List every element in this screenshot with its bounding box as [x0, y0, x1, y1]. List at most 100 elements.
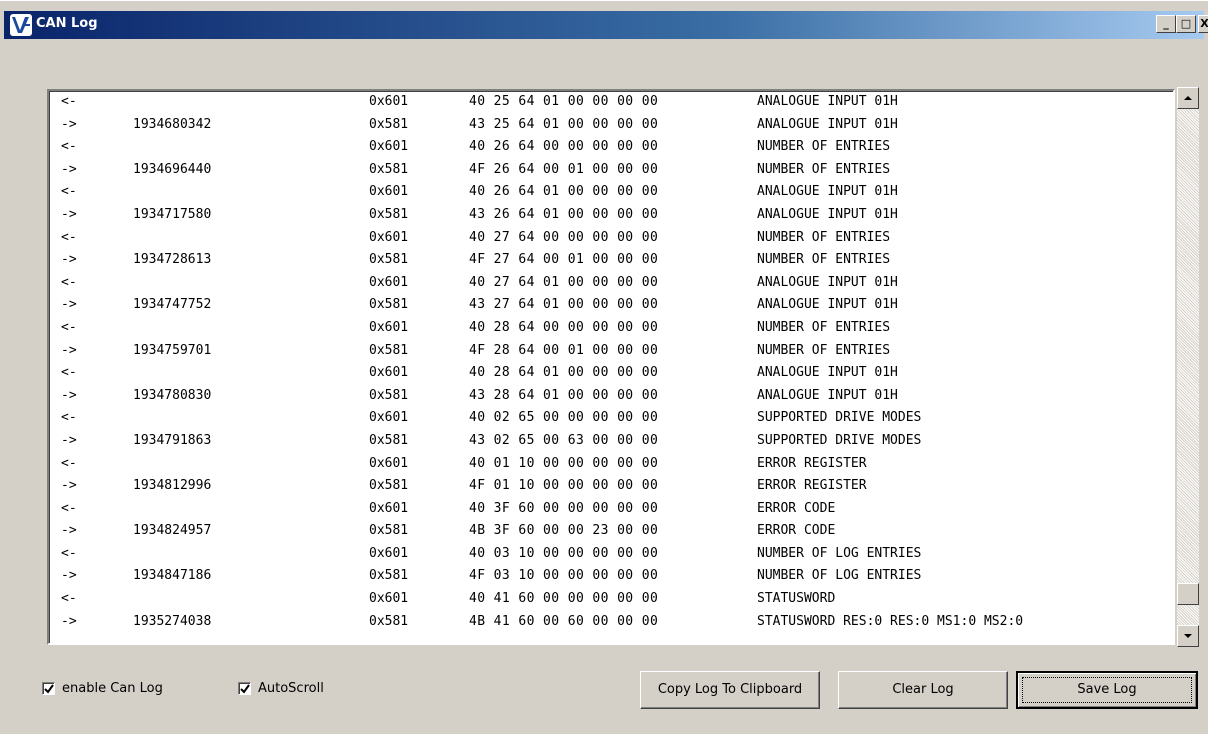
can-id-cell: 0x601 [369, 500, 409, 516]
log-row: -> 1935274038 0x581 4B 41 60 00 60 00 00 00… [49, 611, 1173, 634]
log-row: -> 1934696440 0x581 4F 26 64 00 01 00 00 00… [49, 159, 1173, 182]
autoscroll-label: AutoScroll [258, 681, 324, 696]
data-bytes-cell: 40 41 60 00 00 00 00 00 [469, 591, 659, 607]
description-cell: NUMBER OF LOG ENTRIES [757, 568, 922, 584]
log-row: -> 1934780830 0x581 43 28 64 01 00 00 00 00… [49, 385, 1173, 408]
copy-log-button[interactable]: Copy Log To Clipboard [640, 671, 820, 709]
direction-cell: <- [61, 274, 77, 290]
scroll-down-button[interactable] [1177, 625, 1199, 647]
direction-cell: <- [61, 410, 77, 426]
data-bytes-cell: 4F 28 64 00 01 00 00 00 [469, 342, 659, 358]
maximize-button[interactable]: □ [1176, 15, 1196, 33]
direction-cell: -> [61, 387, 77, 403]
log-row: -> 1934759701 0x581 4F 28 64 00 01 00 00 00… [49, 340, 1173, 363]
can-id-cell: 0x601 [369, 274, 409, 290]
can-id-cell: 0x581 [369, 478, 409, 494]
timestamp-cell: 1934791863 [133, 432, 212, 448]
data-bytes-cell: 40 25 64 01 00 00 00 00 [469, 94, 659, 109]
description-cell: STATUSWORD RES:0 RES:0 MS1:0 MS2:0 [757, 613, 1024, 629]
log-row: -> 1934680342 0x581 43 25 64 01 00 00 00 00… [49, 114, 1173, 137]
description-cell: NUMBER OF ENTRIES [757, 229, 891, 245]
log-row: <- 0x601 40 28 64 01 00 00 00 00 ANALOGUE I… [49, 362, 1173, 385]
can-id-cell: 0x581 [369, 297, 409, 313]
direction-cell: <- [61, 319, 77, 335]
data-bytes-cell: 43 28 64 01 00 00 00 00 [469, 387, 659, 403]
direction-cell: <- [61, 545, 77, 561]
can-id-cell: 0x581 [369, 523, 409, 539]
data-bytes-cell: 40 26 64 00 00 00 00 00 [469, 139, 659, 155]
data-bytes-cell: 40 03 10 00 00 00 00 00 [469, 545, 659, 561]
log-row: -> 1934791863 0x581 43 02 65 00 63 00 00 00… [49, 430, 1173, 453]
data-bytes-cell: 40 28 64 00 00 00 00 00 [469, 319, 659, 335]
scroll-up-button[interactable] [1177, 87, 1199, 109]
timestamp-cell: 1934824957 [133, 523, 212, 539]
log-row: <- 0x601 40 25 64 01 00 00 00 00 ANALOGUE I… [49, 91, 1173, 114]
data-bytes-cell: 43 25 64 01 00 00 00 00 [469, 116, 659, 132]
enable-can-log-box[interactable] [42, 682, 55, 695]
data-bytes-cell: 40 26 64 01 00 00 00 00 [469, 184, 659, 200]
description-cell: STATUSWORD [757, 591, 836, 607]
direction-cell: -> [61, 161, 77, 177]
data-bytes-cell: 4F 01 10 00 00 00 00 00 [469, 478, 659, 494]
save-log-button[interactable]: Save Log [1016, 671, 1198, 709]
can-id-cell: 0x601 [369, 545, 409, 561]
timestamp-cell: 1934812996 [133, 478, 212, 494]
log-row: <- 0x601 40 27 64 00 00 00 00 00 NUMBER OF … [49, 227, 1173, 250]
checkmark-icon [240, 684, 250, 694]
arrow-up-icon [1184, 96, 1192, 100]
can-id-cell: 0x581 [369, 252, 409, 268]
description-cell: ANALOGUE INPUT 01H [757, 206, 898, 222]
close-icon: X [1200, 17, 1208, 30]
can-log-list[interactable]: <- 0x601 40 25 64 01 00 00 00 00 ANALOGUE I… [47, 89, 1175, 645]
description-cell: NUMBER OF ENTRIES [757, 252, 891, 268]
direction-cell: <- [61, 591, 77, 607]
autoscroll-box[interactable] [238, 682, 251, 695]
arrow-down-icon [1184, 634, 1192, 638]
can-id-cell: 0x581 [369, 568, 409, 584]
log-row: -> 1934728613 0x581 4F 27 64 00 01 00 00 00… [49, 249, 1173, 272]
can-id-cell: 0x601 [369, 365, 409, 381]
direction-cell: <- [61, 229, 77, 245]
window-title: CAN Log [36, 16, 98, 31]
description-cell: NUMBER OF ENTRIES [757, 139, 891, 155]
data-bytes-cell: 43 26 64 01 00 00 00 00 [469, 206, 659, 222]
timestamp-cell: 1934696440 [133, 161, 212, 177]
description-cell: NUMBER OF LOG ENTRIES [757, 545, 922, 561]
scroll-thumb[interactable] [1177, 583, 1199, 605]
vertical-scrollbar[interactable] [1177, 87, 1199, 647]
log-row: <- 0x601 40 01 10 00 00 00 00 00 ERROR REGI… [49, 453, 1173, 476]
clear-log-button[interactable]: Clear Log [838, 671, 1008, 709]
enable-can-log-checkbox[interactable]: enable Can Log [42, 681, 192, 699]
direction-cell: -> [61, 342, 77, 358]
direction-cell: <- [61, 94, 77, 109]
close-button[interactable]: X [1198, 15, 1208, 33]
can-id-cell: 0x581 [369, 206, 409, 222]
direction-cell: <- [61, 500, 77, 516]
description-cell: SUPPORTED DRIVE MODES [757, 410, 922, 426]
description-cell: ANALOGUE INPUT 01H [757, 297, 898, 313]
can-id-cell: 0x601 [369, 455, 409, 471]
can-id-cell: 0x601 [369, 94, 409, 109]
can-id-cell: 0x601 [369, 184, 409, 200]
can-id-cell: 0x601 [369, 229, 409, 245]
description-cell: NUMBER OF ENTRIES [757, 319, 891, 335]
data-bytes-cell: 4F 03 10 00 00 00 00 00 [469, 568, 659, 584]
direction-cell: -> [61, 613, 77, 629]
data-bytes-cell: 40 27 64 01 00 00 00 00 [469, 274, 659, 290]
log-row: -> 1934824957 0x581 4B 3F 60 00 00 23 00 00… [49, 520, 1173, 543]
direction-cell: -> [61, 206, 77, 222]
log-row: <- 0x601 40 03 10 00 00 00 00 00 NUMBER OF … [49, 543, 1173, 566]
checkmark-icon [44, 684, 54, 694]
log-row: -> 1934812996 0x581 4F 01 10 00 00 00 00 00… [49, 475, 1173, 498]
autoscroll-checkbox[interactable]: AutoScroll [238, 681, 358, 699]
log-row: <- 0x601 40 26 64 01 00 00 00 00 ANALOGUE I… [49, 181, 1173, 204]
can-id-cell: 0x581 [369, 116, 409, 132]
minimize-button[interactable]: _ [1156, 15, 1176, 33]
direction-cell: <- [61, 365, 77, 381]
log-row: -> 1934717580 0x581 43 26 64 01 00 00 00 00… [49, 204, 1173, 227]
description-cell: ANALOGUE INPUT 01H [757, 387, 898, 403]
description-cell: ANALOGUE INPUT 01H [757, 94, 898, 109]
timestamp-cell: 1935274038 [133, 613, 212, 629]
can-id-cell: 0x581 [369, 387, 409, 403]
title-bar[interactable]: CAN Log _ □ X [4, 11, 1208, 39]
